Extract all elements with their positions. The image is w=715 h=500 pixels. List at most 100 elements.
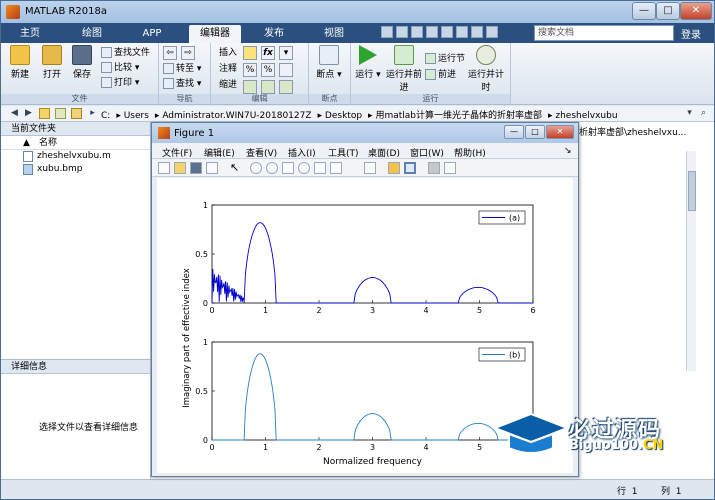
open-button[interactable]: 打开 xyxy=(35,45,69,80)
list-item[interactable]: zheshelvxubu.m xyxy=(1,150,150,163)
figure-maximize-button[interactable]: □ xyxy=(525,125,545,139)
close-button[interactable]: ✕ xyxy=(680,2,712,20)
back-icon[interactable]: ◀ xyxy=(9,108,20,119)
tab-publish[interactable]: 发布 xyxy=(253,25,295,43)
browse-folder-icon[interactable] xyxy=(55,108,66,119)
advance-button[interactable]: 前进 xyxy=(425,69,456,82)
brush-icon[interactable] xyxy=(330,162,342,174)
smart-indent-icon[interactable] xyxy=(243,80,257,94)
wrap-comments-icon[interactable] xyxy=(279,63,293,77)
zoom-in-icon[interactable] xyxy=(250,162,262,174)
quick-access-toolbar xyxy=(381,26,498,40)
forward-arrow-icon[interactable]: ⇨ xyxy=(181,46,195,60)
tab-apps[interactable]: APP xyxy=(131,25,173,43)
list-item[interactable]: xubu.bmp xyxy=(1,163,150,176)
hide-plot-tools-icon[interactable] xyxy=(428,162,440,174)
back-arrow-icon[interactable]: ⇦ xyxy=(163,46,177,60)
breadcrumb-user[interactable]: Administrator.WIN7U-20180127Z xyxy=(162,111,311,121)
fx-icon[interactable]: fx xyxy=(261,46,275,60)
help-icon[interactable] xyxy=(486,26,498,38)
breadcrumb-project[interactable]: 用matlab计算一维光子晶体的折射率虚部 xyxy=(375,111,542,121)
run-and-time-button[interactable]: 运行并计时 xyxy=(467,45,505,93)
breadcrumb-users[interactable]: Users xyxy=(124,111,149,121)
rotate-3d-icon[interactable] xyxy=(298,162,310,174)
up-folder-icon[interactable] xyxy=(39,108,50,119)
forward-icon[interactable]: ▶ xyxy=(23,108,34,119)
figure-minimize-button[interactable]: — xyxy=(504,125,524,139)
undo-icon[interactable] xyxy=(441,26,453,38)
tab-editor[interactable]: 编辑器 xyxy=(189,25,241,43)
save-figure-icon[interactable] xyxy=(190,162,202,174)
print-figure-icon[interactable] xyxy=(206,162,218,174)
graduation-cap-icon xyxy=(492,412,570,454)
goto-button[interactable]: 转至 ▾ xyxy=(163,63,201,76)
show-plot-tools-icon[interactable] xyxy=(444,162,456,174)
breakpoints-icon xyxy=(319,45,339,65)
compare-button[interactable]: 比较 ▾ xyxy=(101,62,139,75)
address-dropdown-icon[interactable]: ▾ xyxy=(684,108,695,119)
new-figure-icon[interactable] xyxy=(158,162,170,174)
legend-icon[interactable] xyxy=(404,162,416,174)
address-search-icon[interactable]: ⌕ xyxy=(698,108,709,119)
print-label: 打印 xyxy=(114,78,133,88)
scrollbar-thumb[interactable] xyxy=(688,171,696,211)
menu-edit[interactable]: 编辑(E) xyxy=(204,146,235,159)
menu-insert[interactable]: 插入(I) xyxy=(288,146,316,159)
search-documentation-input[interactable]: 搜索文档 xyxy=(534,25,674,41)
figure-title-bar[interactable]: Figure 1 — □ ✕ xyxy=(152,123,578,143)
minimize-button[interactable]: — xyxy=(632,2,656,20)
x-tick-label: 4 xyxy=(423,443,428,452)
menu-help[interactable]: 帮助(H) xyxy=(454,146,486,159)
login-link[interactable]: 登录 xyxy=(681,26,701,41)
save-icon[interactable] xyxy=(381,26,393,38)
indent-button[interactable]: 缩进 xyxy=(219,79,237,92)
vertical-scrollbar[interactable] xyxy=(686,151,696,371)
figure-close-button[interactable]: ✕ xyxy=(546,125,574,139)
increase-indent-icon[interactable] xyxy=(261,80,275,94)
tab-view[interactable]: 视图 xyxy=(313,25,355,43)
menu-window[interactable]: 窗口(W) xyxy=(410,146,444,159)
menu-file[interactable]: 文件(F) xyxy=(162,146,192,159)
run-advance-button[interactable]: 运行并前进 xyxy=(385,45,423,93)
tab-home[interactable]: 主页 xyxy=(9,25,51,43)
tab-plots[interactable]: 绘图 xyxy=(71,25,113,43)
run-section-button[interactable]: 运行节 xyxy=(425,53,465,66)
breakpoints-button[interactable]: 断点 ▾ xyxy=(312,45,346,80)
copy-icon[interactable] xyxy=(411,26,423,38)
menu-desktop[interactable]: 桌面(D) xyxy=(368,146,400,159)
maximize-button[interactable]: □ xyxy=(656,2,680,20)
menu-tools[interactable]: 工具(T) xyxy=(328,146,359,159)
breadcrumb: C: ▸ Users ▸ Administrator.WIN7U-20180127Z… xyxy=(101,111,618,121)
pointer-icon[interactable]: ↖ xyxy=(230,162,242,174)
switch-windows-icon[interactable] xyxy=(471,26,483,38)
insert-button[interactable]: 插入 xyxy=(219,47,237,60)
breadcrumb-desktop[interactable]: Desktop xyxy=(325,111,362,121)
print-button[interactable]: 打印 ▾ xyxy=(101,77,139,90)
pan-hand-icon[interactable] xyxy=(282,162,294,174)
breadcrumb-drive[interactable]: C: xyxy=(101,111,110,121)
find-button[interactable]: 查找 ▾ xyxy=(163,78,201,91)
open-file-icon[interactable] xyxy=(174,162,186,174)
find-files-button[interactable]: 查找文件 xyxy=(101,47,150,60)
redo-icon[interactable] xyxy=(456,26,468,38)
insert-dropdown-icon[interactable]: ▾ xyxy=(279,46,293,60)
dock-arrow-icon[interactable]: ↘ xyxy=(564,146,572,156)
name-column-header[interactable]: ▲ 名称 xyxy=(1,136,150,150)
colorbar-icon[interactable] xyxy=(388,162,400,174)
x-tick-label: 3 xyxy=(370,306,375,315)
comment-percent-icon[interactable]: % xyxy=(243,63,257,77)
run-button[interactable]: 运行 ▾ xyxy=(351,45,385,80)
link-plot-icon[interactable] xyxy=(364,162,376,174)
new-button[interactable]: 新建 xyxy=(3,45,37,80)
zoom-out-icon[interactable] xyxy=(266,162,278,174)
insert-section-icon[interactable] xyxy=(243,46,257,60)
breadcrumb-current[interactable]: zheshelvxubu xyxy=(555,111,617,121)
menu-view[interactable]: 查看(V) xyxy=(246,146,277,159)
paste-icon[interactable] xyxy=(426,26,438,38)
uncomment-icon[interactable]: % xyxy=(261,63,275,77)
decrease-indent-icon[interactable] xyxy=(279,80,293,94)
cut-icon[interactable] xyxy=(396,26,408,38)
data-cursor-icon[interactable] xyxy=(314,162,326,174)
comment-button[interactable]: 注释 xyxy=(219,63,237,76)
save-button[interactable]: 保存 xyxy=(65,45,99,80)
